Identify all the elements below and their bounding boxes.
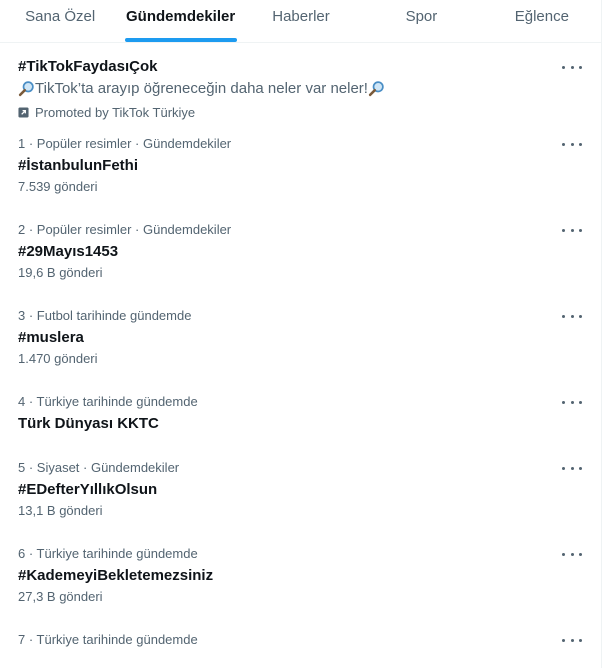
promoted-by: Promoted by TikTok Türkiye: [18, 105, 195, 120]
promoted-icon: [18, 107, 29, 118]
more-options-icon[interactable]: [562, 396, 582, 408]
magnifier-icon: [368, 81, 384, 97]
trend-post-count: 27,3 B gönderi: [18, 589, 103, 604]
more-options-icon[interactable]: [562, 224, 582, 236]
trend-item[interactable]: 6 · Türkiye tarihinde gündemde #Kademeyi…: [0, 540, 602, 626]
tab-eglence[interactable]: Eğlence: [482, 0, 602, 42]
promoted-description: TikTok’ta arayıp öğreneceğin daha neler …: [18, 80, 385, 97]
tab-label: Haberler: [272, 8, 330, 25]
tab-label: Gündemdekiler: [126, 8, 236, 25]
trend-item[interactable]: 1 · Popüler resimler · Gündemdekiler #İs…: [0, 130, 602, 216]
trend-meta: 1 · Popüler resimler · Gündemdekiler: [18, 136, 232, 151]
promoted-trend[interactable]: #TikTokFaydasıÇok TikTok’ta arayıp öğren…: [0, 44, 602, 130]
tab-label: Eğlence: [514, 8, 569, 25]
trend-meta: 3 · Futbol tarihinde gündemde: [18, 308, 192, 323]
tab-gundemdekiler[interactable]: Gündemdekiler: [120, 0, 240, 42]
trend-post-count: 1.470 gönderi: [18, 351, 98, 366]
more-options-icon[interactable]: [562, 462, 582, 474]
tab-label: Sana Özel: [25, 8, 96, 25]
more-options-icon[interactable]: [562, 138, 582, 150]
trend-meta: 5 · Siyaset · Gündemdekiler: [18, 460, 180, 475]
trend-item[interactable]: 2 · Popüler resimler · Gündemdekiler #29…: [0, 216, 602, 302]
tab-label: Spor: [405, 8, 438, 25]
promoted-description-text: TikTok’ta arayıp öğreneceğin daha neler …: [35, 80, 368, 97]
tab-sana-ozel[interactable]: Sana Özel: [0, 0, 120, 42]
more-options-icon[interactable]: [562, 548, 582, 560]
trend-item[interactable]: 3 · Futbol tarihinde gündemde #muslera 1…: [0, 302, 602, 388]
trend-item[interactable]: 4 · Türkiye tarihinde gündemde Türk Düny…: [0, 388, 602, 454]
trend-meta: 4 · Türkiye tarihinde gündemde: [18, 394, 198, 409]
more-options-icon[interactable]: [562, 61, 582, 73]
trend-title: #EDefterYıllıkOlsun: [18, 481, 158, 498]
trend-title: Türk Dünyası KKTC: [18, 415, 159, 432]
trend-item[interactable]: 5 · Siyaset · Gündemdekiler #EDefterYıll…: [0, 454, 602, 540]
trend-title: #TikTokFaydasıÇok: [18, 58, 158, 75]
trend-title: #İstanbulunFethi: [18, 157, 138, 174]
explore-panel: Sana Özel Gündemdekiler Haberler Spor Eğ…: [0, 0, 602, 668]
promoted-by-text: Promoted by TikTok Türkiye: [35, 105, 196, 120]
trend-post-count: 19,6 B gönderi: [18, 265, 103, 280]
magnifier-icon: [18, 81, 34, 97]
active-tab-indicator: [124, 38, 237, 42]
more-options-icon[interactable]: [562, 310, 582, 322]
trend-meta: 6 · Türkiye tarihinde gündemde: [18, 546, 198, 561]
trend-post-count: 13,1 B gönderi: [18, 503, 103, 518]
trend-post-count: 7.539 gönderi: [18, 179, 98, 194]
explore-tabs: Sana Özel Gündemdekiler Haberler Spor Eğ…: [0, 0, 602, 43]
tab-spor[interactable]: Spor: [361, 0, 481, 42]
trend-item[interactable]: 7 · Türkiye tarihinde gündemde: [0, 626, 602, 666]
trends-list: #TikTokFaydasıÇok TikTok’ta arayıp öğren…: [0, 44, 602, 666]
tab-haberler[interactable]: Haberler: [241, 0, 361, 42]
trend-title: #KademeyiBekletemezsiniz: [18, 567, 214, 584]
trend-meta: 7 · Türkiye tarihinde gündemde: [18, 632, 198, 647]
trend-title: #29Mayıs1453: [18, 243, 119, 260]
trend-title: #muslera: [18, 329, 84, 346]
trend-meta: 2 · Popüler resimler · Gündemdekiler: [18, 222, 232, 237]
more-options-icon[interactable]: [562, 634, 582, 646]
